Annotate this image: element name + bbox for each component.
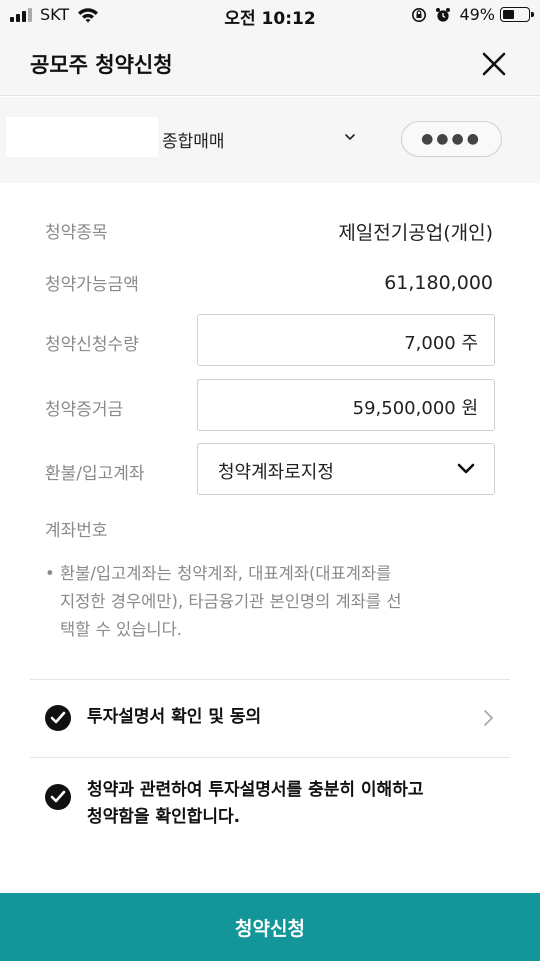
check-icon	[50, 711, 66, 724]
confirm-checkbox[interactable]	[45, 784, 71, 810]
status-bar: SKT 오전 10:12 49%	[0, 0, 540, 30]
close-button[interactable]	[478, 48, 510, 80]
battery-icon	[500, 7, 534, 22]
confirm-line-1: 청약과 관련하여 투자설명서를 충분히 이해하고	[87, 780, 424, 800]
quantity-label: 청약신청수량	[45, 335, 139, 355]
prospectus-checkbox[interactable]	[45, 705, 71, 731]
status-right: 49%	[411, 5, 534, 24]
note-bullet: •	[45, 564, 55, 583]
account-number-label: 계좌번호	[45, 521, 108, 541]
refund-account-value: 청약계좌로지정	[218, 462, 334, 483]
chevron-down-icon	[457, 463, 475, 474]
note-line-1: 환불/입고계좌는 청약계좌, 대표계좌(대표계좌를	[60, 564, 392, 583]
stock-value: 제일전기공업(개인)	[338, 222, 493, 244]
page-title: 공모주 청약신청	[30, 53, 173, 77]
submit-label: 청약신청	[235, 917, 305, 940]
password-field[interactable]: ●●●●	[401, 121, 502, 157]
quantity-input[interactable]: 7,000 주	[197, 314, 495, 366]
prospectus-agree-label[interactable]: 투자설명서 확인 및 동의	[87, 704, 261, 731]
deposit-field[interactable]: 59,500,000 원	[197, 379, 495, 431]
submit-button[interactable]: 청약신청	[0, 893, 540, 961]
close-icon	[482, 52, 506, 76]
confirm-line-2: 청약함을 확인합니다.	[87, 807, 241, 827]
note-line-3: 택할 수 있습니다.	[60, 620, 182, 639]
password-mask: ●●●●	[421, 131, 482, 147]
divider	[30, 757, 510, 758]
refund-account-select[interactable]: 청약계좌로지정	[197, 443, 495, 495]
battery-fill	[503, 10, 514, 19]
account-selector-row: 종합매매 ●●●●	[0, 97, 540, 183]
refund-account-label: 환불/입고계좌	[45, 464, 145, 484]
battery-percent: 49%	[459, 5, 495, 24]
chevron-right-icon[interactable]	[482, 709, 494, 727]
chevron-down-icon[interactable]	[342, 129, 358, 145]
deposit-value: 59,500,000 원	[352, 398, 478, 419]
orientation-lock-icon	[412, 7, 427, 22]
account-number-masked[interactable]	[6, 117, 158, 157]
check-icon	[50, 790, 66, 803]
deposit-label: 청약증거금	[45, 400, 124, 420]
available-amount-label: 청약가능금액	[45, 275, 139, 295]
confirm-agree-label[interactable]: 청약과 관련하여 투자설명서를 충분히 이해하고 청약함을 확인합니다.	[87, 777, 423, 831]
divider	[30, 679, 510, 680]
account-type[interactable]: 종합매매	[162, 127, 225, 152]
refund-note: • 환불/입고계좌는 청약계좌, 대표계좌(대표계좌를 지정한 경우에만), 타…	[45, 560, 445, 644]
available-amount-value: 61,180,000	[384, 272, 493, 294]
note-line-2: 지정한 경우에만), 타금융기관 본인명의 계좌를 선	[60, 592, 402, 611]
quantity-value: 7,000 주	[404, 333, 478, 354]
header: 공모주 청약신청	[0, 30, 540, 96]
stock-label: 청약종목	[45, 223, 108, 243]
alarm-icon	[436, 7, 451, 22]
